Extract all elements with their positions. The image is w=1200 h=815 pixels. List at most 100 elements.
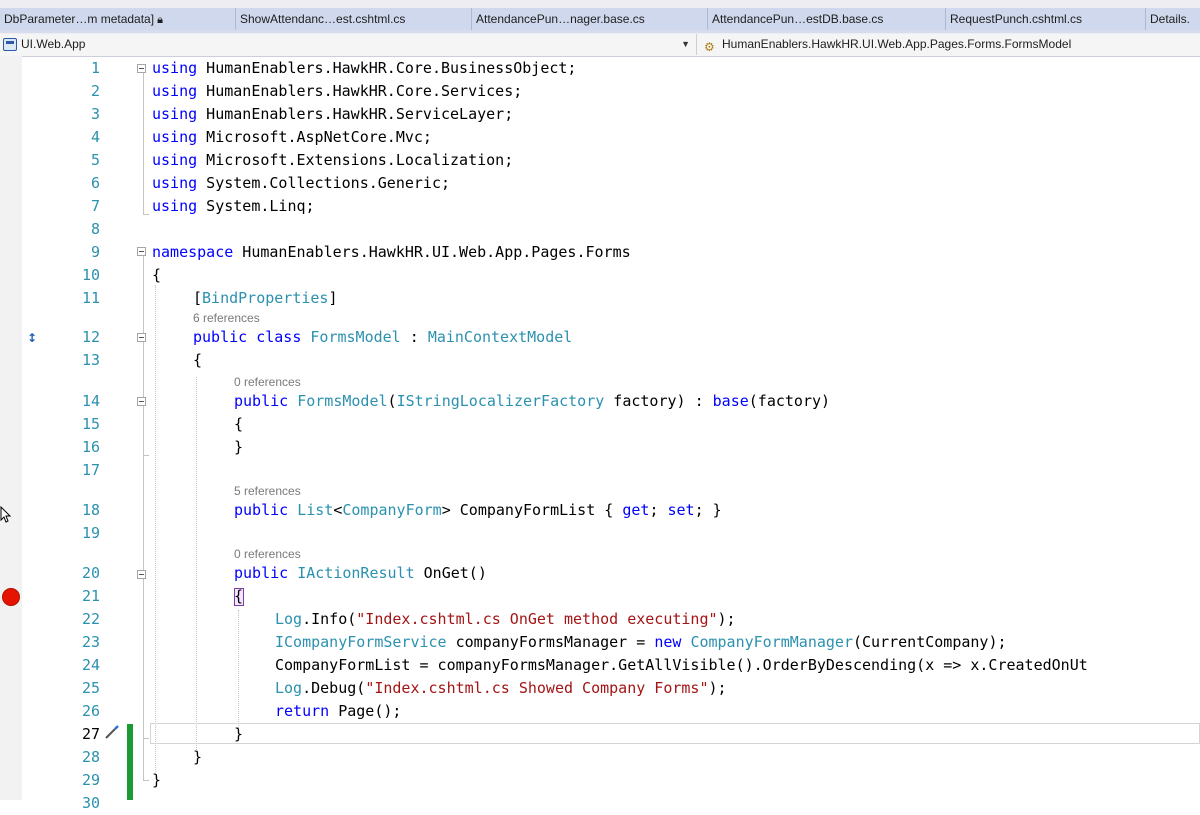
tab-details[interactable]: Details. (1146, 8, 1200, 30)
line-number: 22 (81, 610, 100, 628)
line-number: 14 (81, 392, 100, 410)
references-codelens[interactable]: 0 references (234, 546, 301, 562)
tab-dbparameter-metadata[interactable]: DbParameter…m metadata] 🔒︎ (0, 8, 236, 30)
line-number: 15 (81, 415, 100, 433)
code-line[interactable]: 29 } (0, 769, 1200, 792)
line-number: 6 (90, 174, 100, 192)
line-number: 2 (90, 82, 100, 100)
project-name: UI.Web.App (21, 37, 86, 51)
code-line[interactable]: 12 public class FormsModel : MainContext… (0, 326, 1200, 349)
tab-label: ShowAttendanc…est.cshtml.cs (240, 12, 406, 26)
line-number: 5 (90, 151, 100, 169)
code-line[interactable]: 19 (0, 522, 1200, 545)
code-line[interactable]: 7 using System.Linq; (0, 195, 1200, 218)
code-text[interactable]: { (152, 264, 161, 287)
code-text[interactable]: Log.Debug("Index.cshtml.cs Showed Compan… (275, 677, 727, 700)
code-text[interactable]: using HumanEnablers.HawkHR.ServiceLayer; (152, 103, 513, 126)
code-text[interactable]: ICompanyFormService companyFormsManager … (275, 631, 1007, 654)
line-number: 11 (81, 289, 100, 307)
references-codelens[interactable]: 6 references (193, 310, 260, 326)
tab-showattendance[interactable]: ShowAttendanc…est.cshtml.cs (236, 8, 472, 30)
tab-attendancepunch-db[interactable]: AttendancePun…estDB.base.cs (708, 8, 946, 30)
code-line[interactable]: 20 public IActionResult OnGet() (0, 562, 1200, 585)
code-text[interactable]: namespace HumanEnablers.HawkHR.UI.Web.Ap… (152, 241, 631, 264)
code-line[interactable]: 18 public List<CompanyForm> CompanyFormL… (0, 499, 1200, 522)
code-line[interactable]: 11 [BindProperties] (0, 287, 1200, 310)
code-text[interactable]: } (234, 436, 243, 459)
line-number: 24 (81, 656, 100, 674)
line-number: 1 (90, 59, 100, 77)
references-codelens[interactable]: 5 references (234, 483, 301, 499)
code-text[interactable]: using HumanEnablers.HawkHR.Core.Services… (152, 80, 522, 103)
code-line[interactable]: 4 using Microsoft.AspNetCore.Mvc; (0, 126, 1200, 149)
code-line[interactable]: 26 return Page(); (0, 700, 1200, 723)
code-line[interactable]: 28 } (0, 746, 1200, 769)
code-line[interactable]: 25 Log.Debug("Index.cshtml.cs Showed Com… (0, 677, 1200, 700)
tab-attendancepunch-manager[interactable]: AttendancePun…nager.base.cs (472, 8, 708, 30)
code-text[interactable]: { (234, 413, 243, 436)
code-text[interactable]: [BindProperties] (193, 287, 338, 310)
line-number: 23 (81, 633, 100, 651)
code-line[interactable]: 21 { (0, 585, 1200, 608)
code-line[interactable]: 22 Log.Info("Index.cshtml.cs OnGet metho… (0, 608, 1200, 631)
line-number: 19 (81, 524, 100, 542)
tab-label: Details. (1150, 12, 1191, 26)
line-number: 29 (81, 771, 100, 789)
line-number: 8 (90, 220, 100, 238)
code-text[interactable]: using System.Collections.Generic; (152, 172, 450, 195)
code-text[interactable]: } (152, 769, 161, 792)
dropdown-arrow-icon: ▼ (681, 39, 690, 49)
code-line[interactable]: 14 public FormsModel(IStringLocalizerFac… (0, 390, 1200, 413)
line-number: 9 (90, 243, 100, 261)
code-line[interactable]: 5 using Microsoft.Extensions.Localizatio… (0, 149, 1200, 172)
line-number: 30 (81, 794, 100, 812)
line-number: 21 (81, 587, 100, 605)
code-line[interactable]: 27 } (0, 723, 1200, 746)
code-line[interactable]: 8 (0, 218, 1200, 241)
code-text[interactable]: public IActionResult OnGet() (234, 562, 487, 585)
code-line[interactable]: 1 using HumanEnablers.HawkHR.Core.Busine… (0, 57, 1200, 80)
code-line[interactable]: 3 using HumanEnablers.HawkHR.ServiceLaye… (0, 103, 1200, 126)
line-number: 7 (90, 197, 100, 215)
code-text[interactable]: } (193, 746, 202, 769)
code-text[interactable]: CompanyFormList = companyFormsManager.Ge… (275, 654, 1088, 677)
code-line[interactable]: 6 using System.Collections.Generic; (0, 172, 1200, 195)
line-number: 16 (81, 438, 100, 456)
code-text[interactable]: public FormsModel(IStringLocalizerFactor… (234, 390, 830, 413)
line-number: 18 (81, 501, 100, 519)
code-text[interactable]: public class FormsModel : MainContextMod… (193, 326, 572, 349)
tab-requestpunch[interactable]: RequestPunch.cshtml.cs (946, 8, 1146, 30)
code-text[interactable]: using Microsoft.AspNetCore.Mvc; (152, 126, 432, 149)
code-text[interactable]: Log.Info("Index.cshtml.cs OnGet method e… (275, 608, 736, 631)
code-line[interactable]: 17 (0, 459, 1200, 482)
line-number: 27 (81, 725, 100, 743)
code-line[interactable]: 15 { (0, 413, 1200, 436)
code-line[interactable]: 2 using HumanEnablers.HawkHR.Core.Servic… (0, 80, 1200, 103)
code-line[interactable]: 9 namespace HumanEnablers.HawkHR.UI.Web.… (0, 241, 1200, 264)
code-line[interactable]: 16 } (0, 436, 1200, 459)
code-line[interactable]: 30 (0, 792, 1200, 815)
code-text[interactable]: using System.Linq; (152, 195, 315, 218)
code-line[interactable]: 23 ICompanyFormService companyFormsManag… (0, 631, 1200, 654)
code-line[interactable]: 10 { (0, 264, 1200, 287)
line-number: 12 (81, 328, 100, 346)
tab-underline (0, 30, 1200, 33)
code-text[interactable]: using Microsoft.Extensions.Localization; (152, 149, 513, 172)
code-text[interactable]: { (193, 349, 202, 372)
project-icon (3, 38, 17, 51)
project-dropdown[interactable]: UI.Web.App ▼ (0, 34, 697, 55)
member-icon: ⚙ (704, 40, 715, 54)
code-text[interactable]: } (234, 723, 243, 746)
code-text[interactable]: using HumanEnablers.HawkHR.Core.Business… (152, 57, 576, 80)
document-tab-bar: DbParameter…m metadata] 🔒︎ ShowAttendanc…… (0, 0, 1200, 34)
lock-icon: 🔒︎ (157, 14, 163, 26)
code-line[interactable]: 24 CompanyFormList = companyFormsManager… (0, 654, 1200, 677)
code-text[interactable]: { (234, 585, 243, 608)
member-name: HumanEnablers.HawkHR.UI.Web.App.Pages.Fo… (722, 37, 1072, 51)
code-text[interactable]: public List<CompanyForm> CompanyFormList… (234, 499, 722, 522)
line-number: 10 (81, 266, 100, 284)
references-codelens[interactable]: 0 references (234, 374, 301, 390)
code-text[interactable]: return Page(); (275, 700, 401, 723)
tab-label: RequestPunch.cshtml.cs (950, 12, 1083, 26)
code-line[interactable]: 13 { (0, 349, 1200, 372)
